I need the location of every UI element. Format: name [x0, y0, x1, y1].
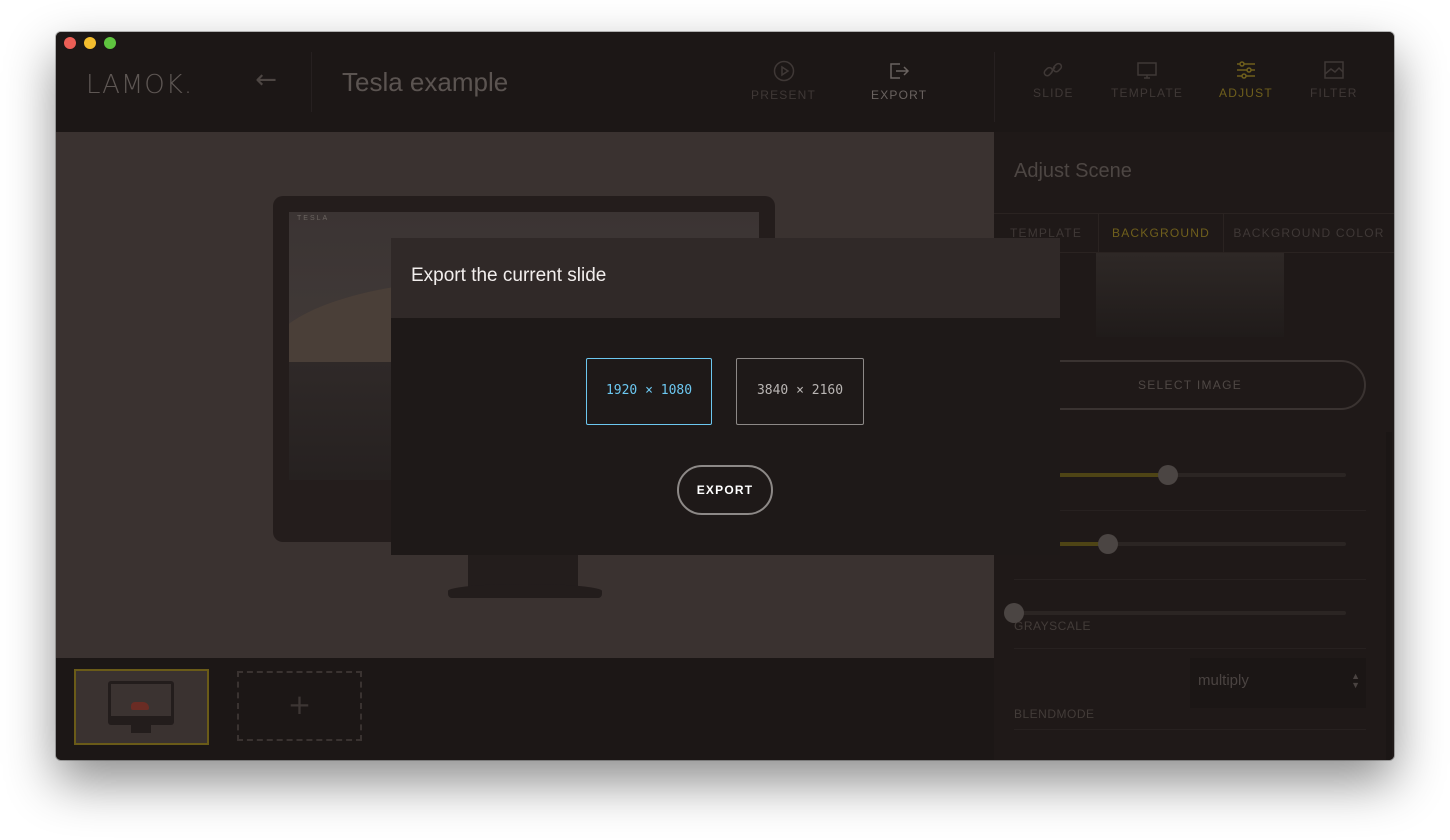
adjust-tool-button[interactable]: ADJUST — [1219, 60, 1273, 100]
app-window: LAMOK. ← Tesla example PRESENT EXPORT SL… — [56, 32, 1394, 760]
image-icon — [1324, 61, 1344, 79]
export-icon — [890, 63, 910, 79]
dialog-title: Export the current slide — [411, 265, 607, 286]
app-logo: LAMOK. — [86, 70, 194, 100]
window-controls — [64, 37, 116, 49]
slide-filmstrip: + — [56, 658, 994, 760]
blendmode-label: BLENDMODE — [1014, 707, 1095, 721]
background-image-preview — [1096, 253, 1284, 337]
template-tool-button[interactable]: TEMPLATE — [1111, 60, 1183, 100]
blendmode-select[interactable]: multiply ▲ ▼ — [1190, 658, 1366, 708]
grayscale-slider[interactable] — [1004, 603, 1346, 623]
slide-tool-button[interactable]: SLIDE — [1033, 60, 1074, 100]
present-label: PRESENT — [751, 88, 817, 102]
present-button[interactable]: PRESENT — [751, 60, 816, 102]
back-arrow-icon[interactable]: ← — [252, 66, 280, 94]
panel-scrollbar[interactable] — [1386, 432, 1392, 760]
resolution-1920-option[interactable]: 1920 × 1080 — [586, 358, 712, 425]
play-icon — [773, 60, 794, 82]
close-window-button[interactable] — [64, 37, 76, 49]
toolbar-divider — [994, 52, 995, 122]
slide-thumbnail[interactable] — [74, 669, 209, 745]
export-tool-label: EXPORT — [871, 88, 928, 102]
slider-knob[interactable] — [1004, 603, 1024, 623]
template-tool-label: TEMPLATE — [1111, 86, 1184, 100]
panel-title: Adjust Scene — [1014, 160, 1132, 182]
document-title: Tesla example — [342, 67, 509, 97]
tab-background-color[interactable]: BACKGROUND COLOR — [1224, 214, 1394, 253]
toolbar-divider — [311, 52, 312, 112]
tab-background[interactable]: BACKGROUND — [1098, 214, 1224, 253]
resolution-3840-option[interactable]: 3840 × 2160 — [736, 358, 864, 425]
slider-knob[interactable] — [1158, 465, 1178, 485]
sliders-icon — [1236, 61, 1255, 79]
slide-tool-label: SLIDE — [1033, 86, 1074, 100]
link-icon — [1043, 62, 1063, 77]
export-tool-button[interactable]: EXPORT — [871, 60, 927, 102]
adjust-tool-label: ADJUST — [1219, 86, 1273, 100]
select-image-button[interactable]: SELECT IMAGE — [1014, 360, 1366, 410]
slider-1[interactable] — [1014, 465, 1346, 485]
slider-knob[interactable] — [1098, 534, 1118, 554]
screen-nav-text: TESLA — [297, 215, 330, 222]
filter-tool-label: FILTER — [1310, 86, 1358, 100]
slider-2[interactable] — [1014, 534, 1346, 554]
top-toolbar: LAMOK. ← Tesla example PRESENT EXPORT SL… — [56, 32, 1394, 132]
filter-tool-button[interactable]: FILTER — [1310, 60, 1358, 100]
export-button[interactable]: EXPORT — [677, 465, 773, 515]
maximize-window-button[interactable] — [104, 37, 116, 49]
minimize-window-button[interactable] — [84, 37, 96, 49]
add-slide-button[interactable]: + — [237, 671, 362, 741]
monitor-base — [448, 584, 602, 598]
export-dialog: Export the current slide 1920 × 1080 384… — [391, 238, 1060, 555]
dialog-header: Export the current slide — [391, 238, 1060, 318]
blendmode-value: multiply — [1198, 672, 1249, 689]
grayscale-label: GRAYSCALE — [1014, 619, 1091, 633]
monitor-icon — [1137, 62, 1157, 79]
select-arrows-icon: ▲ ▼ — [1351, 671, 1360, 690]
